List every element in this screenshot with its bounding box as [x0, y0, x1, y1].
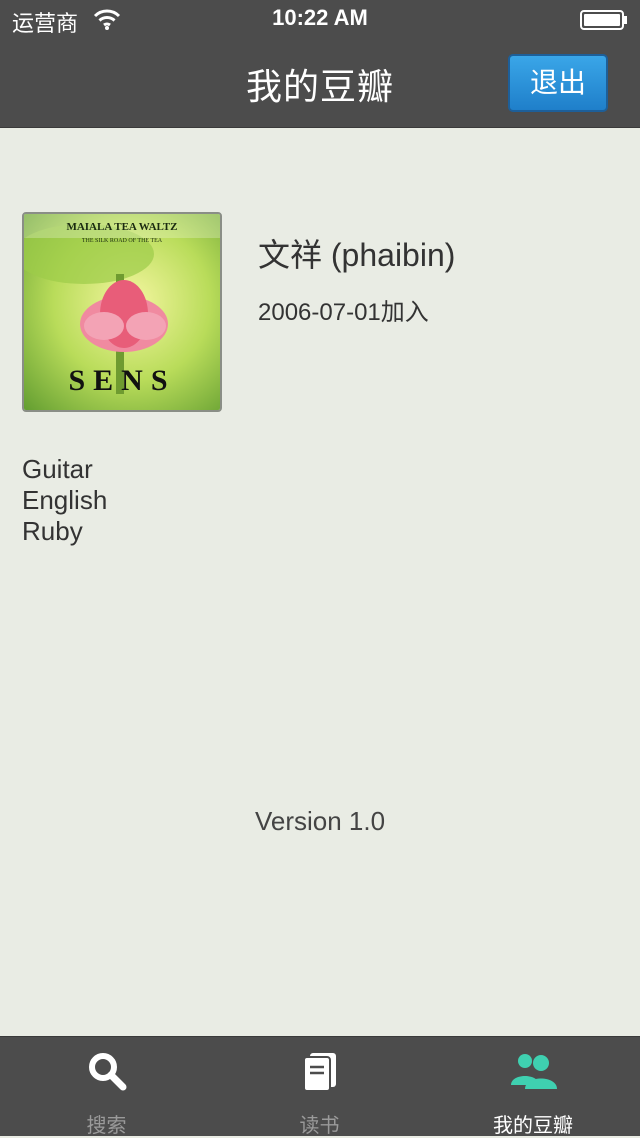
tab-bar: 搜索 读书 我的豆瓣 [0, 1036, 640, 1137]
user-name: 文祥 (phaibin) [258, 237, 456, 273]
tab-my-douban[interactable]: 我的豆瓣 [426, 1037, 640, 1137]
book-icon [302, 1053, 336, 1092]
logout-button[interactable]: 退出 [508, 54, 608, 112]
tab-label: 我的豆瓣 [493, 1113, 573, 1137]
profile-content: MAIALA TEA WALTZ THE SILK ROAD OF THE TE… [0, 128, 640, 1036]
join-date: 2006-07-01加入 [258, 299, 429, 326]
svg-text:SENS: SENS [68, 364, 175, 397]
tab-books[interactable]: 读书 [213, 1037, 426, 1137]
battery-icon [580, 10, 628, 30]
status-time: 10:22 AM [272, 5, 368, 30]
avatar[interactable]: MAIALA TEA WALTZ THE SILK ROAD OF THE TE… [22, 212, 222, 412]
interest-tags: Guitar English Ruby [22, 454, 107, 547]
status-bar: 运营商 10:22 AM [0, 0, 640, 40]
tab-label: 搜索 [86, 1113, 127, 1137]
search-icon [88, 1053, 126, 1091]
tag-item: English [22, 485, 108, 515]
version-label: Version 1.0 [254, 806, 386, 836]
tag-item: Guitar [22, 454, 93, 484]
tab-search[interactable]: 搜索 [0, 1037, 213, 1137]
people-icon [511, 1054, 557, 1089]
tab-label: 读书 [299, 1113, 340, 1137]
svg-text:THE SILK ROAD OF THE TEA: THE SILK ROAD OF THE TEA [82, 238, 163, 244]
tag-item: Ruby [22, 516, 83, 546]
navigation-bar: 运营商 10:22 AM 我的豆瓣 退出 [0, 0, 640, 128]
svg-text:MAIALA TEA WALTZ: MAIALA TEA WALTZ [66, 221, 177, 233]
